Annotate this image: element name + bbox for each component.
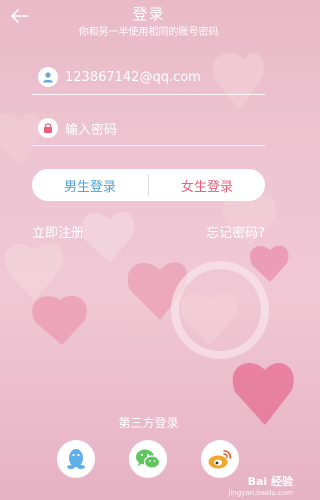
user-icon: [38, 67, 58, 87]
male-login-button[interactable]: 男生登录: [32, 169, 148, 201]
page-title: 登录: [132, 5, 165, 23]
female-login-button[interactable]: 女生登录: [149, 169, 265, 201]
forgot-password-link[interactable]: 忘记密码?: [206, 222, 265, 241]
password-field[interactable]: 输入密码: [32, 111, 265, 146]
account-field[interactable]: 123867142@qq.com: [32, 60, 265, 95]
watermark-main: Bai 经验: [247, 475, 293, 488]
watermark-sub: jingyan.baidu.com: [228, 489, 293, 497]
login-buttons: 男生登录 女生登录: [32, 169, 265, 201]
account-input[interactable]: 123867142@qq.com: [65, 70, 201, 85]
page-subtitle: 你和另一半使用相同的账号密码: [78, 27, 219, 38]
wechat-login-button[interactable]: [129, 440, 167, 478]
qq-icon: [67, 449, 85, 469]
qq-login-button[interactable]: [57, 440, 95, 478]
password-input[interactable]: 输入密码: [65, 119, 117, 138]
weibo-icon: [208, 450, 231, 469]
watermark: Bai 经验 jingyan.baidu.com: [228, 473, 293, 497]
third-party-title: 第三方登录: [118, 416, 179, 430]
header: 登录 你和另一半使用相同的账号密码: [0, 0, 297, 44]
lock-icon: [38, 118, 58, 138]
register-link[interactable]: 立即注册: [32, 222, 84, 241]
wechat-icon: [136, 449, 161, 469]
